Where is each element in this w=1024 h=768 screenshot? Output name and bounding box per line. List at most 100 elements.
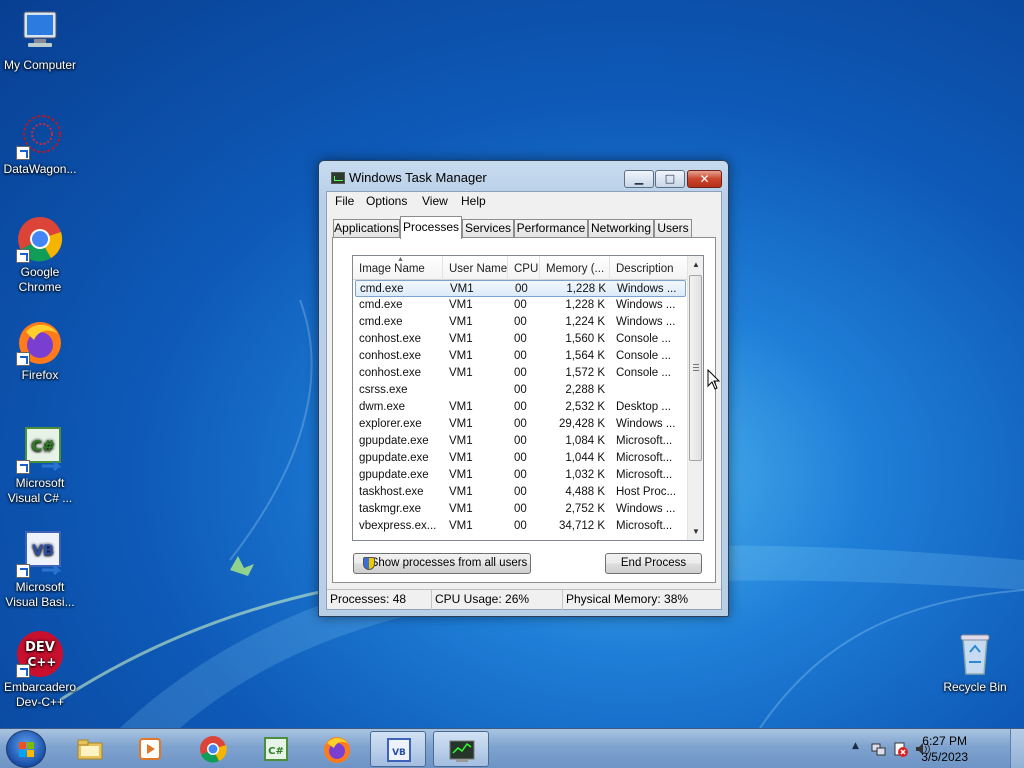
tab-users[interactable]: Users <box>654 219 692 238</box>
taskbar-task-manager[interactable] <box>433 731 489 767</box>
tab-performance[interactable]: Performance <box>514 219 588 238</box>
process-row[interactable]: dwm.exe VM1 00 2,532 K Desktop ... <box>353 399 688 416</box>
task-manager-window[interactable]: Windows Task Manager ▁ □ ✕ File Options … <box>318 160 729 617</box>
desktop-icon-visual-csharp[interactable]: C# Microsoft Visual C# ... <box>0 426 80 506</box>
desktop-icon-recycle-bin[interactable]: Recycle Bin <box>935 630 1015 695</box>
process-row[interactable]: cmd.exe VM1 00 1,224 K Windows ... <box>353 314 688 331</box>
menu-options[interactable]: Options <box>366 194 407 208</box>
minimize-button[interactable]: ▁ <box>624 170 654 188</box>
desktop-icon-dev-cpp[interactable]: DEV C++ Embarcadero Dev-C++ <box>0 630 80 710</box>
process-image-name: conhost.exe <box>359 367 422 379</box>
tab-networking[interactable]: Networking <box>588 219 654 238</box>
process-memory: 1,560 K <box>565 333 605 345</box>
process-user-name: VM1 <box>450 283 474 295</box>
firefox-icon <box>324 737 350 763</box>
process-row[interactable]: csrss.exe 00 2,288 K <box>353 382 688 399</box>
column-header-cpu[interactable]: CPU <box>508 256 540 280</box>
desktop-icon-firefox[interactable]: Firefox <box>0 318 80 383</box>
status-processes: Processes: 48 <box>327 590 432 610</box>
process-user-name: VM1 <box>449 333 473 345</box>
process-description: Console ... <box>616 333 671 345</box>
process-row[interactable]: vbexpress.ex... VM1 00 34,712 K Microsoft... <box>353 518 688 535</box>
process-cpu: 00 <box>514 503 527 515</box>
tab-services[interactable]: Services <box>462 219 514 238</box>
maximize-icon: □ <box>664 172 676 185</box>
column-header-user-name[interactable]: User Name <box>443 256 508 280</box>
maximize-button[interactable]: □ <box>655 170 685 188</box>
shortcut-arrow-icon <box>16 146 30 160</box>
process-cpu: 00 <box>514 333 527 345</box>
process-row[interactable]: explorer.exe VM1 00 29,428 K Windows ... <box>353 416 688 433</box>
shortcut-arrow-icon <box>16 460 30 474</box>
desktop-icon-my-computer[interactable]: My Computer <box>0 8 80 73</box>
process-memory: 1,572 K <box>565 367 605 379</box>
start-button[interactable] <box>6 730 46 768</box>
process-cpu: 00 <box>514 350 527 362</box>
process-row[interactable]: conhost.exe VM1 00 1,564 K Console ... <box>353 348 688 365</box>
window-client-area: File Options View Help Applications Proc… <box>326 191 722 610</box>
close-button[interactable]: ✕ <box>687 170 722 188</box>
menu-view[interactable]: View <box>422 194 448 208</box>
icon-label: Embarcadero <box>3 680 77 694</box>
process-list[interactable]: ▲ Image Name User Name CPU Memory (... D… <box>352 255 704 541</box>
taskbar-explorer[interactable] <box>62 731 118 767</box>
desktop-icon-google-chrome[interactable]: Google Chrome <box>0 215 80 295</box>
window-titlebar[interactable]: Windows Task Manager ▁ □ ✕ <box>319 161 728 191</box>
notification-area: ▲ 6:27 PM 3/5/2023 <box>834 729 1024 768</box>
visual-basic-icon: VB <box>387 738 411 762</box>
desktop-icon-visual-basic[interactable]: VB Microsoft Visual Basi... <box>0 530 80 610</box>
icon-label: Microsoft <box>15 476 65 490</box>
process-row[interactable]: taskmgr.exe VM1 00 2,752 K Windows ... <box>353 501 688 518</box>
process-memory: 2,288 K <box>565 384 605 396</box>
action-center-icon[interactable] <box>892 741 908 757</box>
process-list-scrollbar[interactable]: ▲ ▼ <box>687 256 703 540</box>
process-cpu: 00 <box>514 486 527 498</box>
process-image-name: cmd.exe <box>359 299 403 311</box>
scroll-up-icon[interactable]: ▲ <box>688 256 703 273</box>
scroll-down-icon[interactable]: ▼ <box>688 523 703 540</box>
process-description: Windows ... <box>616 418 676 430</box>
shortcut-arrow-icon <box>16 352 30 366</box>
process-cpu: 00 <box>514 367 527 379</box>
column-header-description[interactable]: Description <box>610 256 688 280</box>
taskbar-visual-basic[interactable]: VB <box>370 731 426 767</box>
process-row[interactable]: gpupdate.exe VM1 00 1,032 K Microsoft... <box>353 467 688 484</box>
taskbar-media-player[interactable] <box>122 731 178 767</box>
taskbar-visual-csharp[interactable]: C# <box>248 731 304 767</box>
process-row[interactable]: gpupdate.exe VM1 00 1,044 K Microsoft... <box>353 450 688 467</box>
show-desktop-button[interactable] <box>1010 729 1024 768</box>
network-icon[interactable] <box>870 741 886 757</box>
end-process-button[interactable]: End Process <box>605 553 702 574</box>
menu-file[interactable]: File <box>335 194 354 208</box>
show-processes-all-users-button[interactable]: Show processes from all users <box>353 553 531 574</box>
taskbar-firefox[interactable] <box>309 731 365 767</box>
process-memory: 1,224 K <box>565 316 605 328</box>
process-row[interactable]: gpupdate.exe VM1 00 1,084 K Microsoft... <box>353 433 688 450</box>
tab-applications[interactable]: Applications <box>333 219 400 238</box>
process-row[interactable]: taskhost.exe VM1 00 4,488 K Host Proc... <box>353 484 688 501</box>
desktop-icon-datawagon[interactable]: DataWagon... <box>0 112 80 177</box>
column-header-image-name[interactable]: ▲ Image Name <box>353 256 443 280</box>
menu-help[interactable]: Help <box>461 194 486 208</box>
uac-shield-icon <box>363 557 375 570</box>
scrollbar-thumb[interactable] <box>689 275 702 461</box>
process-list-header: ▲ Image Name User Name CPU Memory (... D… <box>353 256 688 280</box>
process-row[interactable]: conhost.exe VM1 00 1,560 K Console ... <box>353 331 688 348</box>
taskbar-chrome[interactable] <box>185 731 241 767</box>
process-description: Microsoft... <box>616 520 673 532</box>
tab-processes[interactable]: Processes <box>400 216 462 239</box>
process-memory: 34,712 K <box>558 520 605 532</box>
process-row[interactable]: conhost.exe VM1 00 1,572 K Console ... <box>353 365 688 382</box>
system-clock[interactable]: 6:27 PM 3/5/2023 <box>921 733 968 765</box>
show-hidden-icons-icon[interactable]: ▲ <box>852 741 859 751</box>
status-cpu-usage: CPU Usage: 26% <box>432 590 563 610</box>
chrome-icon <box>200 736 227 763</box>
process-user-name <box>449 382 509 399</box>
column-header-memory[interactable]: Memory (... <box>540 256 610 280</box>
process-user-name: VM1 <box>449 367 473 379</box>
status-bar: Processes: 48 CPU Usage: 26% Physical Me… <box>327 589 721 610</box>
process-row[interactable]: cmd.exe VM1 00 1,228 K Windows ... <box>355 280 686 297</box>
process-row[interactable]: cmd.exe VM1 00 1,228 K Windows ... <box>353 297 688 314</box>
sort-ascending-icon: ▲ <box>397 256 404 263</box>
process-image-name: vbexpress.ex... <box>359 520 437 532</box>
